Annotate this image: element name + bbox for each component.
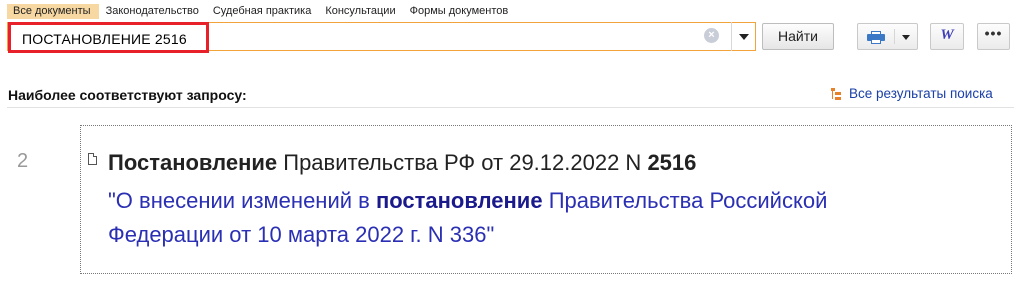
printer-icon [867, 31, 885, 44]
all-results-link[interactable]: Все результаты поиска [831, 86, 993, 101]
section-title: Наиболее соответствуют запросу: [8, 87, 247, 103]
section-divider [7, 107, 1014, 108]
result-number: 2 [17, 150, 29, 172]
tab-judicial-practice[interactable]: Судебная практика [206, 4, 318, 19]
find-button[interactable]: Найти [762, 23, 834, 50]
chevron-down-icon [739, 34, 749, 40]
all-results-label[interactable]: Все результаты поиска [849, 86, 993, 101]
result-title-text: Правительства РФ от 29.12.2022 N [277, 150, 648, 175]
result-title[interactable]: Постановление Правительства РФ от 29.12.… [108, 149, 696, 177]
more-icon: ••• [984, 25, 1003, 41]
tab-consultations[interactable]: Консультации [318, 4, 402, 19]
result-desc-match: постановление [375, 188, 543, 213]
result-description-link[interactable]: "О внесении изменений в постановление Пр… [108, 184, 908, 252]
result-title-match: Постановление [108, 150, 278, 175]
result-desc-start: "О внесении изменений в [108, 188, 376, 213]
search-query-text: ПОСТАНОВЛЕНИЕ 2516 [22, 31, 187, 47]
document-icon [88, 153, 97, 165]
print-divider [894, 29, 895, 44]
tab-legislation[interactable]: Законодательство [99, 4, 206, 19]
more-button[interactable]: ••• [977, 23, 1010, 50]
search-history-dropdown[interactable] [731, 22, 756, 51]
search-input[interactable]: ПОСТАНОВЛЕНИЕ 2516 [7, 22, 756, 51]
chevron-down-icon[interactable] [902, 35, 910, 40]
tab-document-forms[interactable]: Формы документов [403, 4, 516, 19]
tree-icon [831, 87, 843, 100]
document-type-tabs: Все документы Законодательство Судебная … [7, 4, 515, 19]
export-word-button[interactable]: W [930, 23, 964, 50]
result-title-number: 2516 [647, 150, 697, 175]
print-button[interactable] [857, 23, 918, 50]
tab-all-documents[interactable]: Все документы [7, 4, 99, 19]
clear-icon[interactable]: × [704, 28, 719, 43]
word-icon: W [940, 27, 954, 43]
